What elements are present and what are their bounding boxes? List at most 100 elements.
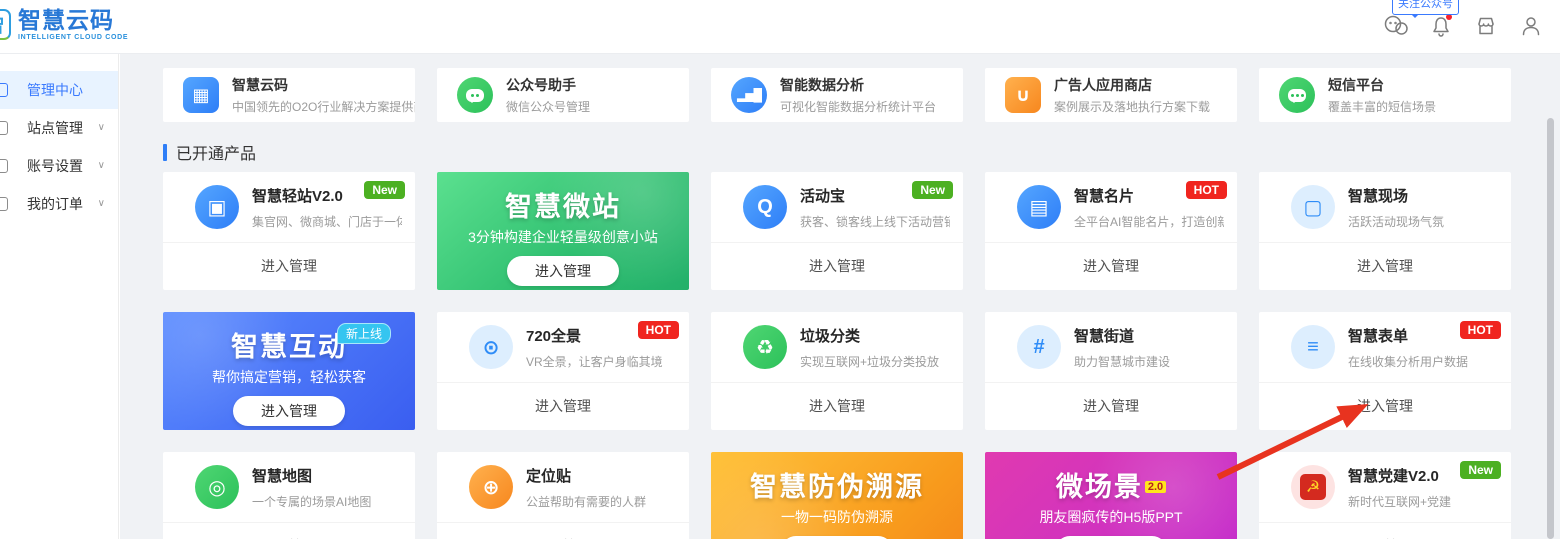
product-title: 垃圾分类	[800, 325, 939, 346]
product-body: ▢ 智慧现场 活跃活动现场气氛	[1259, 172, 1511, 243]
balloon-icon: Q	[743, 185, 787, 229]
product-banner-anti-counterfeit[interactable]: 智慧防伪溯源 一物一码防伪溯源 进入管理	[711, 452, 963, 539]
banner-subtitle: 3分钟构建企业轻量级创意小站	[437, 227, 689, 247]
chevron-down-icon: ∨	[98, 147, 105, 185]
enter-manage-button[interactable]: 进入管理	[233, 396, 345, 426]
enter-manage-button[interactable]: 进入管理	[1259, 243, 1511, 289]
sidebar-item-account-settings[interactable]: 账号设置 ∨	[0, 147, 118, 185]
product-desc: 实现互联网+垃圾分类投放	[800, 353, 939, 370]
quick-card-app-store[interactable]: ∪ 广告人应用商店 案例展示及落地执行方案下载	[985, 68, 1237, 122]
sidebar: 管理中心 站点管理 ∨ 账号设置 ∨ 我的订单 ∨	[0, 54, 119, 539]
product-desc: 获客、锁客线上线下活动营销...	[800, 213, 950, 230]
product-desc: 集官网、微商城、门店于一体...	[252, 213, 402, 230]
product-card-720-panorama: HOT ⊙ 720全景 VR全景，让客户身临其境 进入管理	[437, 312, 689, 430]
quick-card-title: 智慧云码	[232, 75, 415, 95]
enter-manage-button-smart-form[interactable]: 进入管理	[1259, 383, 1511, 429]
product-desc: 助力智慧城市建设	[1074, 353, 1170, 370]
logo-text: 智慧云码 INTELLIGENT CLOUD CODE	[18, 8, 128, 41]
chevron-down-icon: ∨	[98, 109, 105, 147]
enter-manage-button[interactable]: 进入管理	[1259, 523, 1511, 539]
enter-manage-button[interactable]: 进入管理	[437, 383, 689, 429]
header: 智 智慧云码 INTELLIGENT CLOUD CODE 关注公众号	[0, 0, 1560, 54]
product-title: 智慧表单	[1348, 325, 1468, 346]
quick-card-desc: 覆盖丰富的短信场景	[1328, 98, 1436, 115]
store-icon[interactable]	[1473, 13, 1499, 39]
main-content: ▦ 智慧云码 中国领先的O2O行业解决方案提供商 公众号助手 微信公众号管理 ▂…	[120, 54, 1560, 539]
product-banner-micro-site[interactable]: 智慧微站 3分钟构建企业轻量级创意小站 进入管理	[437, 172, 689, 290]
wechat-bubble-icon	[457, 77, 493, 113]
vr-panorama-icon: ⊙	[469, 325, 513, 369]
product-desc: 在线收集分析用户数据	[1348, 353, 1468, 370]
new-badge: New	[1460, 461, 1501, 479]
wechat-icon[interactable]	[1383, 13, 1409, 39]
user-avatar-icon[interactable]	[1518, 13, 1544, 39]
section-accent-bar	[163, 144, 167, 161]
enter-manage-button[interactable]: 进入管理	[711, 243, 963, 289]
appstore-bag-icon: ∪	[1005, 77, 1041, 113]
enter-manage-button[interactable]: 进入管理	[985, 243, 1237, 289]
product-card-smart-map: ◎ 智慧地图 一个专属的场景AI地图 进入管理	[163, 452, 415, 539]
enter-manage-button[interactable]: 进入管理	[437, 523, 689, 539]
quick-entry-row: ▦ 智慧云码 中国领先的O2O行业解决方案提供商 公众号助手 微信公众号管理 ▂…	[163, 68, 1511, 122]
quick-card-data-analysis[interactable]: ▂▅█ 智能数据分析 可视化智能数据分析统计平台	[711, 68, 963, 122]
product-banner-micro-scene[interactable]: 微场景2.0 朋友圈疯传的H5版PPT 进入管理	[985, 452, 1237, 539]
banner-subtitle: 朋友圈疯传的H5版PPT	[985, 507, 1237, 527]
sidebar-item-label: 我的订单	[27, 196, 83, 212]
logo-subtitle: INTELLIGENT CLOUD CODE	[18, 34, 128, 41]
product-title: 定位贴	[526, 465, 646, 486]
sidebar-item-site-management[interactable]: 站点管理 ∨	[0, 109, 118, 147]
logo[interactable]: 智 智慧云码 INTELLIGENT CLOUD CODE	[0, 8, 128, 41]
logo-title: 智慧云码	[18, 8, 128, 33]
enter-manage-button[interactable]: 进入管理	[711, 383, 963, 429]
quick-card-official-account-assistant[interactable]: 公众号助手 微信公众号管理	[437, 68, 689, 122]
quick-card-title: 广告人应用商店	[1054, 75, 1210, 95]
hot-badge: HOT	[638, 321, 679, 339]
section-header: 已开通产品	[163, 140, 256, 164]
quick-card-sms-platform[interactable]: 短信平台 覆盖丰富的短信场景	[1259, 68, 1511, 122]
quick-card-desc: 案例展示及落地执行方案下载	[1054, 98, 1210, 115]
notification-bell-icon[interactable]	[1428, 13, 1454, 39]
banner-subtitle: 帮你搞定营销，轻松获客	[163, 367, 415, 387]
hot-badge: HOT	[1460, 321, 1501, 339]
quick-card-desc: 中国领先的O2O行业解决方案提供商	[232, 98, 415, 115]
product-title: 智慧党建V2.0	[1348, 465, 1451, 486]
vertical-scrollbar[interactable]	[1547, 118, 1554, 539]
product-desc: 一个专属的场景AI地图	[252, 493, 371, 510]
product-desc: 全平台AI智能名片，打造创新...	[1074, 213, 1224, 230]
enter-manage-button[interactable]: 进入管理	[163, 523, 415, 539]
banner-title: 智慧微站	[505, 185, 621, 224]
new-badge: New	[364, 181, 405, 199]
enter-manage-button[interactable]: 进入管理	[985, 383, 1237, 429]
light-site-icon: ▣	[195, 185, 239, 229]
id-card-icon: ▤	[1017, 185, 1061, 229]
sms-bubble-icon	[1279, 77, 1315, 113]
product-body: # 智慧街道 助力智慧城市建设	[985, 312, 1237, 383]
product-card-party-building: New ☭ 智慧党建V2.0 新时代互联网+党建 进入管理	[1259, 452, 1511, 539]
hot-badge: HOT	[1186, 181, 1227, 199]
quick-card-desc: 可视化智能数据分析统计平台	[780, 98, 936, 115]
banner-title: 智慧防伪溯源	[750, 465, 924, 504]
new-launch-badge: 新上线	[337, 323, 391, 344]
new-badge: New	[912, 181, 953, 199]
product-title: 智慧现场	[1348, 185, 1444, 206]
sidebar-item-management-center[interactable]: 管理中心	[0, 71, 118, 109]
logo-mark-icon: 智	[0, 9, 11, 40]
enter-manage-button[interactable]: 进入管理	[163, 243, 415, 289]
follow-account-tooltip: 关注公众号	[1392, 0, 1459, 15]
quick-card-title: 智能数据分析	[780, 75, 936, 95]
product-card-activity-treasure: New Q 活动宝 获客、锁客线上线下活动营销... 进入管理	[711, 172, 963, 290]
section-title: 已开通产品	[176, 140, 256, 164]
enter-manage-button[interactable]: 进入管理	[507, 256, 619, 286]
product-banner-smart-interaction[interactable]: 新上线 智慧互动 帮你搞定营销，轻松获客 进入管理	[163, 312, 415, 430]
quick-card-cloud-code[interactable]: ▦ 智慧云码 中国领先的O2O行业解决方案提供商	[163, 68, 415, 122]
street-map-icon: #	[1017, 325, 1061, 369]
bar-chart-icon: ▂▅█	[731, 77, 767, 113]
products-grid: New ▣ 智慧轻站V2.0 集官网、微商城、门店于一体... 进入管理 智慧微…	[163, 172, 1511, 539]
product-title: 智慧地图	[252, 465, 371, 486]
product-desc: VR全景，让客户身临其境	[526, 353, 663, 370]
party-emblem-icon: ☭	[1291, 465, 1335, 509]
sidebar-item-label: 站点管理	[27, 120, 83, 136]
sidebar-item-my-orders[interactable]: 我的订单 ∨	[0, 185, 118, 223]
trash-bin-icon: ♻	[743, 325, 787, 369]
product-card-light-site: New ▣ 智慧轻站V2.0 集官网、微商城、门店于一体... 进入管理	[163, 172, 415, 290]
